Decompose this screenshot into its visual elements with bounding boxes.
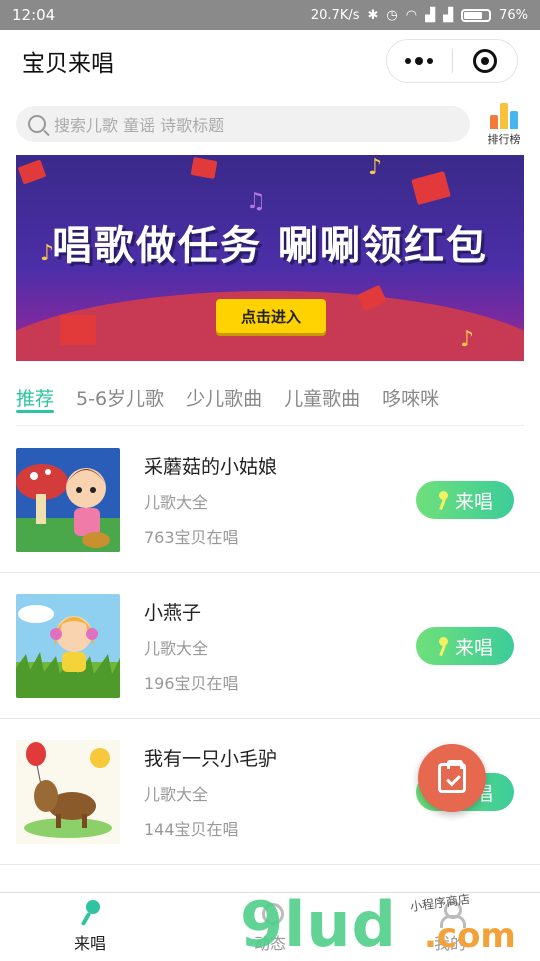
alarm-icon: ◷	[386, 7, 398, 23]
search-icon	[28, 115, 46, 133]
tabbar-item-sing[interactable]: 来唱	[0, 893, 180, 960]
ranking-button[interactable]: 排行榜	[484, 101, 524, 147]
microphone-icon	[437, 491, 449, 509]
song-cover	[16, 447, 120, 552]
tabbar-label: 动态	[253, 933, 286, 953]
red-envelope-icon	[411, 171, 451, 205]
clipboard-check-icon	[438, 760, 466, 793]
tab-children-songs[interactable]: 儿童歌曲	[284, 370, 360, 425]
user-icon	[437, 900, 466, 928]
bottom-tab-bar: 来唱 动态 我的	[0, 892, 540, 960]
song-title: 小燕子	[144, 601, 202, 624]
song-singer-count: 196宝贝在唱	[144, 673, 239, 693]
tabbar-item-me[interactable]: 我的	[360, 893, 540, 960]
battery-percent: 76%	[499, 7, 528, 23]
search-placeholder: 搜索儿歌 童谣 诗歌标题	[54, 116, 225, 135]
more-menu-button[interactable]	[387, 40, 452, 82]
sing-button[interactable]: 来唱	[416, 481, 514, 519]
music-note-icon: ♪	[460, 327, 475, 352]
search-row: 搜索儿歌 童谣 诗歌标题 排行榜	[16, 101, 524, 147]
ranking-icon	[490, 101, 518, 129]
status-bar: 12:04 20.7K/s ✱ ◷ ◠ ▟ ▟ 76%	[0, 0, 540, 30]
music-note-icon: ♫	[246, 189, 266, 214]
sing-button[interactable]: 来唱	[416, 627, 514, 665]
status-icons: 20.7K/s ✱ ◷ ◠ ▟ ▟ 76%	[311, 8, 528, 23]
tabbar-label: 来唱	[73, 933, 106, 953]
close-mini-program-button[interactable]	[453, 40, 518, 82]
signal-icon-2: ▟	[443, 7, 454, 23]
network-speed: 20.7K/s	[310, 7, 360, 23]
tabbar-item-feed[interactable]: 动态	[180, 893, 360, 960]
signal-icon: ▟	[425, 7, 436, 23]
music-note-icon: ♪	[368, 155, 383, 180]
dot-icon	[405, 58, 412, 64]
target-icon	[472, 49, 497, 73]
dot-icon	[415, 57, 424, 65]
promo-banner[interactable]: ♪ ♫ ♪ ♪ 唱歌做任务 唰唰领红包 点击进入	[16, 155, 524, 361]
ranking-label: 排行榜	[487, 133, 521, 146]
dot-icon	[427, 58, 434, 64]
banner-headline: 唱歌做任务 唰唰领红包	[52, 223, 488, 269]
bluetooth-icon: ✱	[367, 7, 379, 23]
banner-cta-button[interactable]: 点击进入	[216, 299, 326, 333]
red-envelope-icon	[17, 159, 47, 185]
tab-age-5-6[interactable]: 5-6岁儿歌	[76, 370, 164, 425]
search-input[interactable]: 搜索儿歌 童谣 诗歌标题	[16, 106, 470, 142]
list-item[interactable]: 小燕子 儿歌大全 196宝贝在唱 来唱	[0, 573, 540, 719]
sing-button-label: 来唱	[454, 490, 493, 513]
battery-icon	[461, 8, 492, 22]
microphone-icon	[437, 637, 449, 655]
song-singer-count: 763宝贝在唱	[144, 527, 239, 547]
tab-doremi[interactable]: 哆唻咪	[382, 370, 439, 425]
microphone-icon	[77, 899, 103, 926]
page-title: 宝贝来唱	[22, 51, 114, 77]
category-tabs: 推荐 5-6岁儿歌 少儿歌曲 儿童歌曲 哆唻咪	[16, 370, 524, 426]
song-singer-count: 144宝贝在唱	[144, 819, 239, 839]
sing-button-label: 来唱	[454, 636, 493, 659]
red-envelope-icon	[190, 157, 218, 179]
tab-kids-songs[interactable]: 少儿歌曲	[186, 370, 262, 425]
feed-icon	[257, 900, 284, 926]
song-cover	[16, 593, 120, 698]
wifi-icon: ◠	[405, 7, 418, 23]
list-item[interactable]: 采蘑菇的小姑娘 儿歌大全 763宝贝在唱 来唱	[0, 427, 540, 573]
red-envelope-icon	[60, 315, 96, 345]
status-time: 12:04	[12, 6, 56, 24]
title-bar: 宝贝来唱	[0, 30, 540, 92]
tab-recommended[interactable]: 推荐	[16, 370, 55, 425]
song-cover	[16, 739, 120, 844]
mini-program-capsule	[386, 39, 518, 83]
task-fab-button[interactable]	[418, 744, 486, 812]
tabbar-label: 我的	[433, 933, 466, 953]
song-title: 采蘑菇的小姑娘	[144, 455, 278, 478]
